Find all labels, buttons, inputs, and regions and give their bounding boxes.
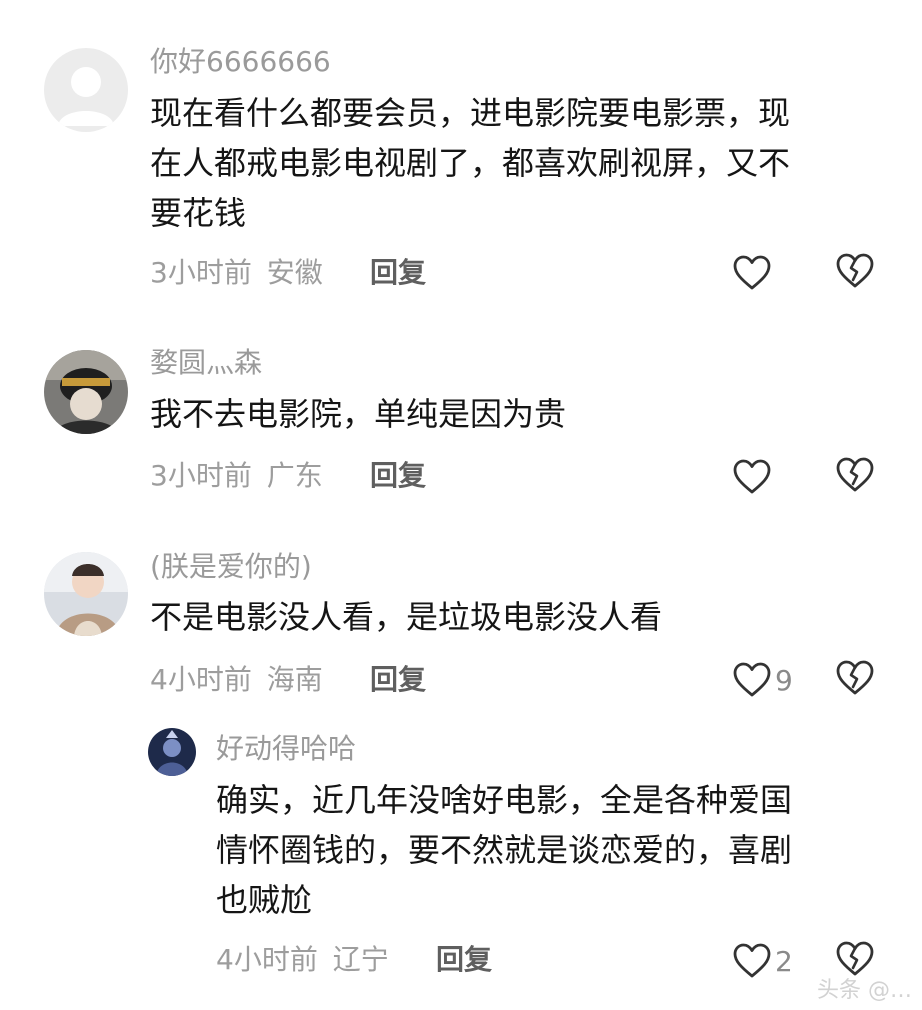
timestamp: 4小时前: [216, 943, 318, 976]
comment-text-line: 在人都戒电影电视剧了，都喜欢刷视屏，又不: [150, 144, 791, 182]
location: 海南: [266, 663, 323, 696]
user-photo-icon: [44, 350, 128, 434]
default-avatar-icon: [44, 48, 128, 132]
timestamp: 3小时前: [150, 459, 252, 492]
like-button[interactable]: 9: [733, 660, 793, 700]
comment-text-line: 现在看什么都要会员，进电影院要电影票，现: [150, 94, 791, 132]
like-count: 9: [775, 663, 793, 697]
username[interactable]: 婺圆灬森: [150, 346, 262, 380]
avatar[interactable]: [148, 728, 196, 776]
broken-heart-icon: [836, 253, 874, 288]
timestamp: 3小时前: [150, 256, 252, 289]
comment-meta: 4小时前 海南: [150, 663, 323, 697]
dislike-button[interactable]: [836, 660, 876, 700]
timestamp: 4小时前: [150, 663, 252, 696]
comment-text-line: 不是电影没人看，是垃圾电影没人看: [150, 598, 663, 636]
username[interactable]: (朕是爱你的): [150, 550, 312, 584]
comment-text: 现在看什么都要会员，进电影院要电影票，现 在人都戒电影电视剧了，都喜欢刷视屏，又…: [150, 88, 880, 238]
username[interactable]: 你好6666666: [150, 45, 331, 79]
like-button[interactable]: 2: [733, 941, 793, 981]
dislike-button[interactable]: [836, 253, 876, 293]
like-button[interactable]: [733, 253, 775, 293]
comment-text-line: 要花钱: [150, 194, 247, 232]
reply-comment-item: 好动得哈哈 确实，近几年没啥好电影，全是各种爱国 情怀圈钱的，要不然就是谈恋爱的…: [0, 715, 922, 1010]
comment-text: 我不去电影院，单纯是因为贵: [150, 389, 880, 439]
dislike-button[interactable]: [836, 457, 876, 497]
reply-button[interactable]: 回复: [436, 943, 492, 977]
comment-item: 你好6666666 现在看什么都要会员，进电影院要电影票，现 在人都戒电影电视剧…: [0, 0, 922, 300]
comment-text-line: 我不去电影院，单纯是因为贵: [150, 395, 567, 433]
comment-text: 不是电影没人看，是垃圾电影没人看: [150, 592, 880, 642]
comment-meta: 3小时前 安徽: [150, 256, 323, 290]
heart-outline-icon: [733, 255, 771, 290]
comment-text-line: 确实，近几年没啥好电影，全是各种爱国: [216, 781, 793, 819]
avatar[interactable]: [44, 350, 128, 434]
user-photo-icon: [44, 552, 128, 636]
reply-button[interactable]: 回复: [370, 663, 426, 697]
avatar[interactable]: [44, 552, 128, 636]
location: 安徽: [266, 256, 323, 289]
broken-heart-icon: [836, 457, 874, 492]
watermark: 头条 @…: [817, 978, 912, 1003]
comment-text-line: 情怀圈钱的，要不然就是谈恋爱的，喜剧: [216, 831, 793, 869]
heart-outline-icon: [733, 943, 771, 978]
location: 辽宁: [332, 943, 389, 976]
reply-button[interactable]: 回复: [370, 459, 426, 493]
reply-button[interactable]: 回复: [370, 256, 426, 290]
user-photo-icon: [148, 728, 196, 776]
like-count: 2: [775, 944, 793, 978]
comment-meta: 3小时前 广东: [150, 459, 323, 493]
broken-heart-icon: [836, 660, 874, 695]
heart-outline-icon: [733, 662, 771, 697]
avatar[interactable]: [44, 48, 128, 132]
comment-item: (朕是爱你的) 不是电影没人看，是垃圾电影没人看 4小时前 海南 回复 9: [0, 510, 922, 715]
comment-item: 婺圆灬森 我不去电影院，单纯是因为贵 3小时前 广东 回复: [0, 300, 922, 510]
comment-meta: 4小时前 辽宁: [216, 943, 389, 977]
location: 广东: [266, 459, 323, 492]
comment-text: 确实，近几年没啥好电影，全是各种爱国 情怀圈钱的，要不然就是谈恋爱的，喜剧 也贼…: [216, 775, 896, 925]
heart-outline-icon: [733, 459, 771, 494]
like-button[interactable]: [733, 457, 775, 497]
comment-text-line: 也贼尬: [216, 881, 313, 919]
username[interactable]: 好动得哈哈: [216, 732, 356, 766]
